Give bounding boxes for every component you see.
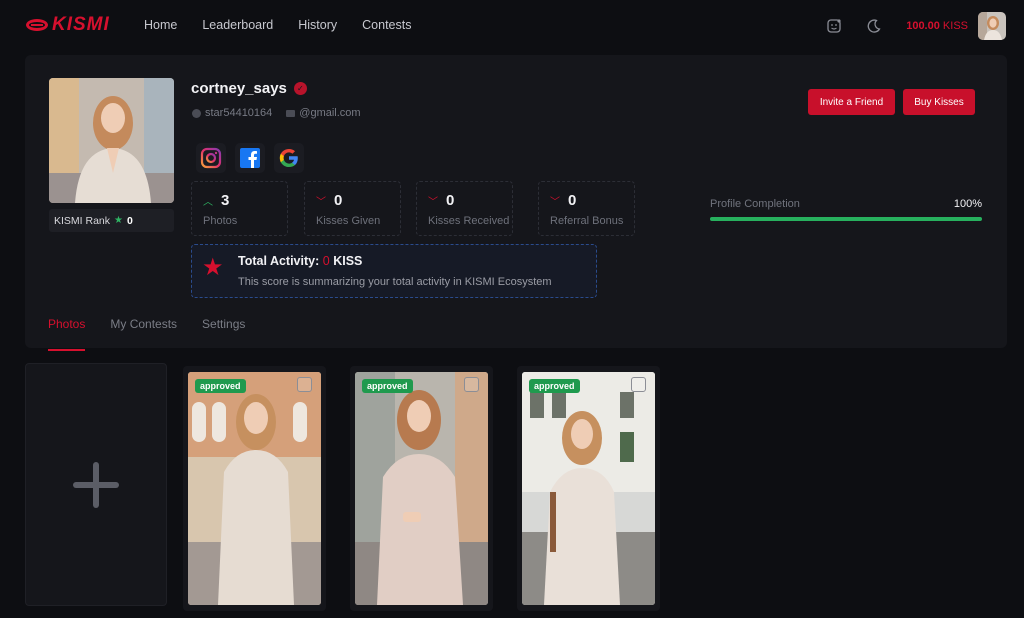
chevron-down-icon: ﹀ [428,197,438,208]
user-meta: star54410164 @gmail.com [192,107,361,119]
stat-photos: ︿ 3 Photos [191,181,288,236]
kiss-balance: 100.00 KISS [906,20,968,32]
user-icon [192,108,201,118]
nav-history[interactable]: History [298,18,337,32]
verified-icon: ✓ [293,82,307,95]
social-links [196,143,304,173]
chevron-down-icon: ﹀ [550,197,560,208]
profile-tabs: Photos My Contests Settings [48,317,245,351]
tab-settings[interactable]: Settings [202,317,245,351]
add-photo-button[interactable] [25,363,167,606]
photo-select-checkbox[interactable] [297,377,312,392]
tab-my-contests[interactable]: My Contests [110,317,177,351]
profile-photo [49,78,174,203]
stat-kisses-given: ﹀ 0 Kisses Given [304,181,401,236]
username: cortney_says [191,80,287,97]
profile-completion-value: 100% [953,198,982,210]
sticker-icon[interactable] [826,18,842,34]
photo-card[interactable]: approved [183,366,326,611]
username-row: cortney_says ✓ [191,80,307,97]
facebook-icon[interactable] [235,143,265,173]
plus-icon [73,461,119,508]
user-id: star54410164 [192,107,272,119]
total-activity-box: ★ Total Activity: 0 KISS This score is s… [191,244,597,298]
buy-kisses-button[interactable]: Buy Kisses [903,89,975,115]
status-badge: approved [529,379,580,393]
chevron-up-icon: ︿ [203,197,213,208]
lips-icon [26,19,48,31]
rank-label: KISMI Rank [54,214,111,227]
stat-kisses-received: ﹀ 0 Kisses Received [416,181,513,236]
photo-select-checkbox[interactable] [464,377,479,392]
google-icon[interactable] [274,143,304,173]
instagram-icon[interactable] [196,143,226,173]
kismi-rank: KISMI Rank ★ 0 [49,209,174,232]
star-icon: ★ [114,215,123,226]
chevron-down-icon: ﹀ [316,197,326,208]
profile-card: KISMI Rank ★ 0 cortney_says ✓ star544101… [25,55,1007,351]
photo-thumbnail[interactable] [355,372,488,605]
nav-home[interactable]: Home [144,18,177,32]
profile-completion-fill [710,217,982,221]
status-badge: approved [195,379,246,393]
user-avatar[interactable] [978,12,1006,40]
mail-icon [286,109,296,117]
photo-thumbnail[interactable] [188,372,321,605]
rank-value: 0 [127,214,133,227]
kismi-logo[interactable]: KISMI [26,14,110,36]
photo-thumbnail[interactable] [522,372,655,605]
logo-wordmark: KISMI [52,14,110,35]
nav-contests[interactable]: Contests [362,18,411,32]
user-email: @gmail.com [286,107,361,119]
invite-friend-button[interactable]: Invite a Friend [808,89,895,115]
main-nav: Home Leaderboard History Contests [144,18,412,32]
header-actions: 100.00 KISS [826,12,1006,40]
star-icon: ★ [202,254,224,281]
photo-card[interactable]: approved [517,366,660,611]
profile-completion-bar [710,217,982,221]
photo-card[interactable]: approved [350,366,493,611]
stat-referral-bonus: ﹀ 0 Referral Bonus [538,181,635,236]
nav-leaderboard[interactable]: Leaderboard [202,18,273,32]
total-activity-description: This score is summarizing your total act… [238,276,552,288]
top-navbar: KISMI Home Leaderboard History Contests … [0,0,1024,52]
photo-select-checkbox[interactable] [631,377,646,392]
total-activity-title: Total Activity: 0 KISS [238,254,363,268]
status-badge: approved [362,379,413,393]
moon-icon[interactable] [866,18,882,34]
tab-photos[interactable]: Photos [48,317,86,351]
profile-completion-label: Profile Completion [710,198,800,210]
